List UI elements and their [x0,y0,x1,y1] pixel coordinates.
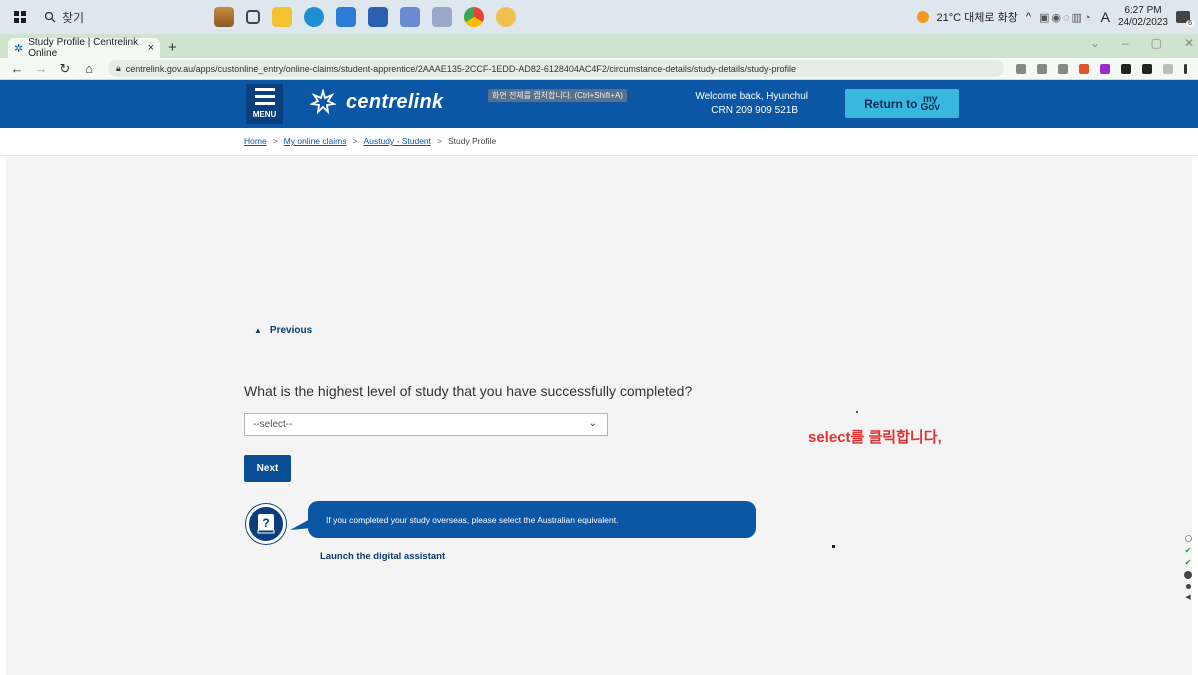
feather-app-icon[interactable] [432,7,452,27]
profile-icon[interactable] [1163,63,1173,74]
tab-title: Study Profile | Centrelink Online [28,37,139,59]
chevron-up-icon: ▲ [254,326,262,335]
previous-link[interactable]: ▲ Previous [254,325,312,336]
assistant-tip: If you completed your study overseas, pl… [308,501,756,538]
centrelink-star-icon [310,89,336,115]
capture-tooltip: 화면 전체를 캡처합니다. (Ctrl+Shift+A) [488,89,627,102]
chevron-up-icon[interactable]: ^ [1026,11,1031,23]
sidebar-icon[interactable] [1142,63,1152,74]
select-value: --select-- [253,419,293,430]
crn-text: CRN 209 909 521B [711,105,798,116]
stray-dot [832,545,835,548]
menu-label: MENU [252,110,277,119]
checkmark-icon[interactable]: ✔ [1185,547,1192,555]
extension-red-icon[interactable] [1079,63,1089,74]
menu-button[interactable]: MENU [246,84,283,124]
tray-icons[interactable]: ▣◉◌▥◔ [1039,11,1093,24]
user-greeting: Welcome back, Hyunchul CRN 209 909 521B [695,90,808,118]
clock[interactable]: 6:27 PM 24/02/2023 [1118,5,1168,29]
clock-time: 6:27 PM [1124,5,1162,16]
more-menu-icon[interactable] [1184,63,1187,74]
home-icon[interactable]: ⌂ [82,61,96,76]
mygov-logo: my Gov [920,94,940,113]
pen-app-icon[interactable] [400,7,420,27]
browser-tab-bar: ✲ Study Profile | Centrelink Online × + … [0,34,1198,59]
help-book-icon: ? [257,514,275,534]
browser-toolbar: ← → ↻ ⌂ 🔒︎ centrelink.gov.au/apps/custon… [0,58,1198,80]
file-explorer-icon[interactable] [272,7,292,27]
breadcrumb-separator: > [272,136,278,146]
logo-text: centrelink [346,90,444,113]
forward-icon[interactable]: → [34,61,48,76]
extensions-puzzle-icon[interactable] [1121,63,1131,74]
progress-step-empty[interactable] [1184,535,1192,542]
site-header: MENU centrelink 화면 전체를 캡처합니다. (Ctrl+Shif… [0,80,1198,128]
return-to-mygov-button[interactable]: Return to my Gov [845,89,959,118]
annotation-note: select를 클릭합니다, [808,429,942,446]
return-label: Return to [864,96,918,111]
task-view-icon[interactable] [246,10,260,24]
breadcrumb-current: Study Profile [448,136,497,146]
weather-icon[interactable] [916,11,929,23]
reload-icon[interactable]: ↻ [58,61,72,77]
word-icon[interactable] [368,7,388,27]
browser-tab[interactable]: ✲ Study Profile | Centrelink Online × [8,37,160,59]
search-label: 찾기 [62,10,85,25]
breadcrumb-separator: > [352,136,358,146]
edge-icon[interactable] [304,7,324,27]
ime-indicator[interactable]: A [1101,9,1110,25]
breadcrumb: Home > My online claims > Austudy - Stud… [0,128,1198,156]
windows-start-icon[interactable] [14,11,26,23]
weather-text[interactable]: 21°C 대체로 화창 [937,9,1018,25]
tab-search-icon[interactable]: ⌄ [1090,36,1100,50]
close-window-icon[interactable]: ✕ [1184,36,1194,50]
clock-date: 24/02/2023 [1117,17,1168,28]
taskbar-search[interactable]: 찾기 [44,9,154,26]
assistant-tip-text: If you completed your study overseas, pl… [326,514,619,525]
progress-step[interactable] [1185,584,1191,589]
share-icon[interactable] [1037,63,1047,74]
character-app-icon[interactable] [496,7,516,27]
study-level-select[interactable]: --select-- ⌄ [244,413,608,436]
url-text: centrelink.gov.au/apps/custonline_entry/… [125,63,796,74]
launch-assistant-link[interactable]: Launch the digital assistant [320,551,445,562]
address-bar[interactable]: 🔒︎ centrelink.gov.au/apps/custonline_ent… [108,60,1004,77]
chevron-down-icon: ⌄ [588,418,597,429]
welcome-text: Welcome back, Hyunchul [695,91,808,102]
breadcrumb-home[interactable]: Home [244,136,267,146]
checkmark-icon[interactable]: ✔ [1185,559,1192,567]
svg-text:?: ? [262,516,269,530]
breadcrumb-separator: > [437,136,442,146]
restore-icon[interactable]: ▢ [1151,36,1162,50]
main-content: ▲ Previous What is the highest level of … [6,157,1192,675]
centrelink-logo[interactable]: centrelink [310,89,443,115]
translate-icon[interactable] [1016,63,1026,74]
next-button[interactable]: Next [244,455,291,482]
lock-icon: 🔒︎ [116,63,121,73]
temple-app-icon[interactable] [214,7,234,27]
previous-label: Previous [269,325,313,336]
mygov-bottom: Gov [920,101,940,113]
centrelink-favicon: ✲ [14,42,24,55]
bookmark-star-icon[interactable] [1058,63,1068,74]
notification-icon[interactable]: 6 [1176,11,1194,27]
chrome-icon[interactable] [464,7,484,27]
digital-assistant-icon[interactable]: ? [246,504,286,544]
breadcrumb-my-claims[interactable]: My online claims [284,136,347,146]
progress-rail: ✔ ✔ ◀ [1184,535,1192,601]
search-icon [44,11,56,23]
store-icon[interactable] [336,7,356,27]
minimize-icon[interactable]: – [1122,36,1129,50]
close-tab-icon[interactable]: × [148,42,154,54]
windows-taskbar: 찾기 21°C 대체로 화창 ^ ▣◉◌▥◔ A 6:27 PM 24/02/2… [0,0,1198,34]
progress-step-current[interactable] [1184,571,1192,579]
stray-dot [856,411,858,413]
back-icon[interactable]: ← [10,61,24,76]
notification-badge: 6 [1186,20,1194,27]
extension-purple-icon[interactable] [1100,63,1110,74]
question-text: What is the highest level of study that … [244,383,693,399]
new-tab-button[interactable]: + [168,38,177,58]
breadcrumb-austudy[interactable]: Austudy - Student [363,136,431,146]
triangle-left-icon[interactable]: ◀ [1185,594,1190,601]
